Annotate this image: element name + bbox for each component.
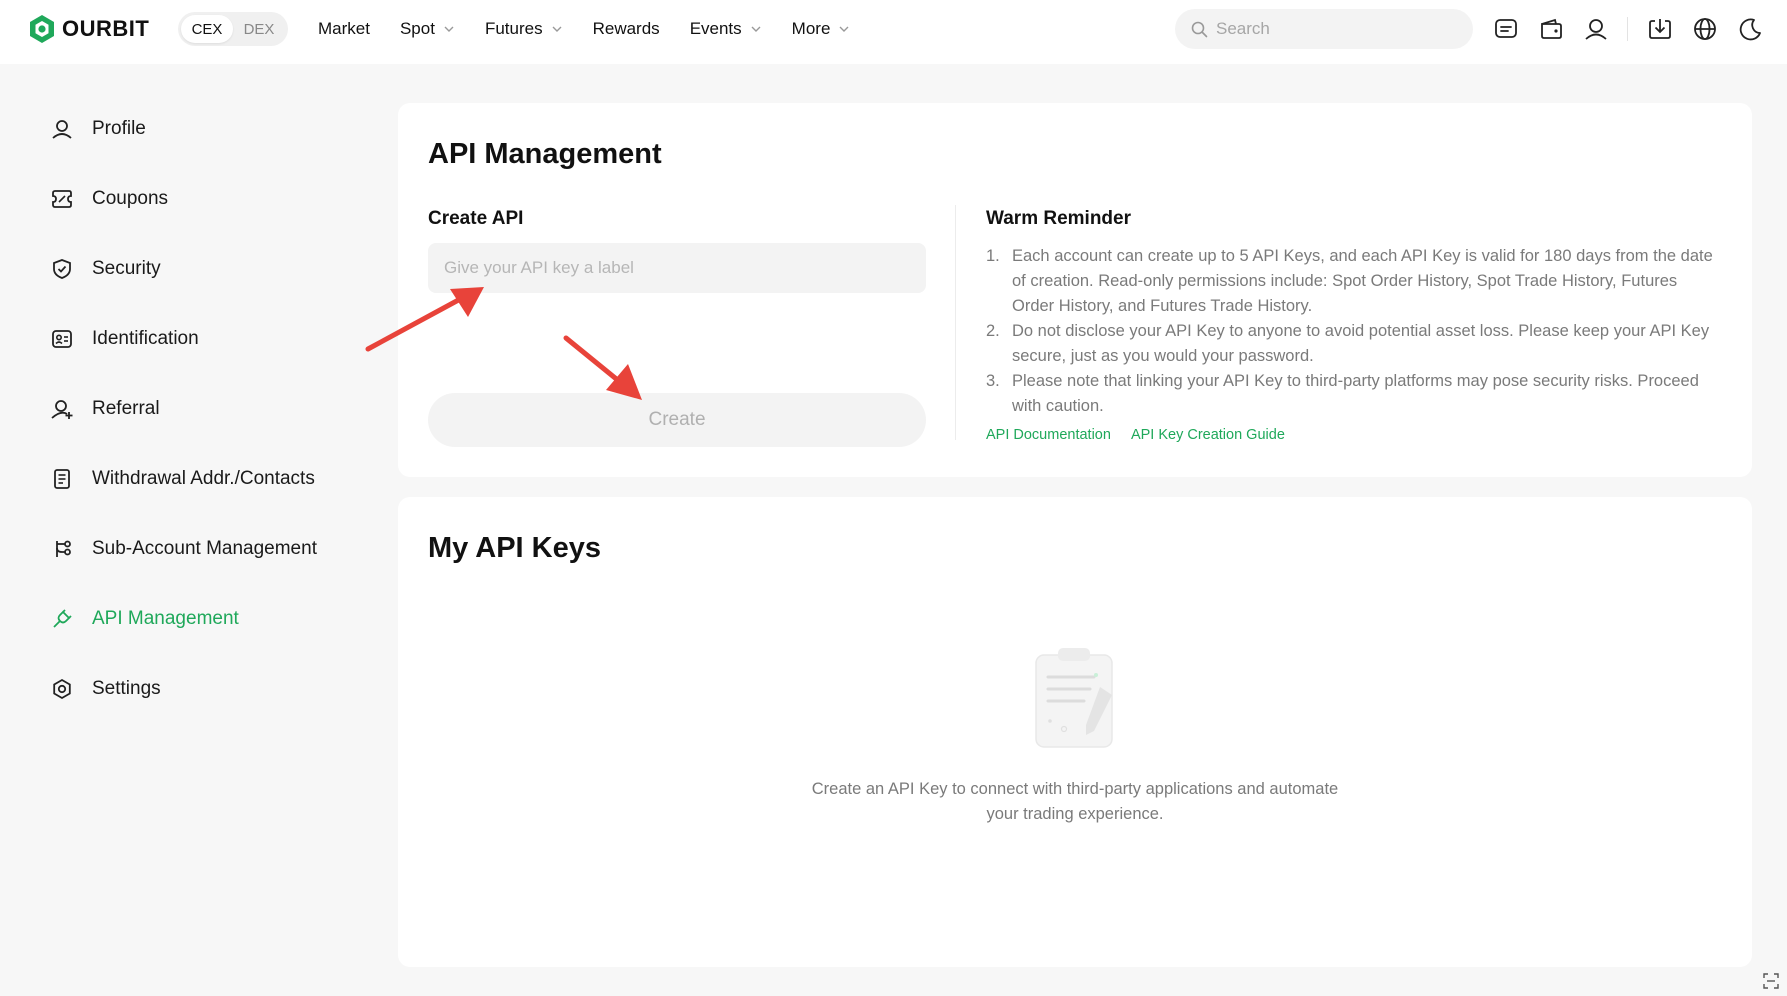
message-icon[interactable] [1493,16,1519,42]
toggle-dex[interactable]: DEX [233,15,285,43]
vertical-divider [955,205,956,440]
id-card-icon [52,330,72,348]
sidebar-item-label: Security [92,258,161,279]
reminder-text: Each account can create up to 5 API Keys… [1012,247,1713,315]
shield-icon [53,259,71,279]
main-nav: Market Spot Futures Rewards Events More [318,0,880,58]
nav-rewards-label: Rewards [592,19,660,38]
nav-market-label: Market [318,19,370,38]
sidebar: Profile Coupons Security Identification … [0,64,396,996]
chevron-down-icon [552,26,562,32]
create-button[interactable]: Create [428,393,926,447]
logo-text: OURBIT [62,16,150,41]
nav-spot-label: Spot [399,19,435,38]
user-icon[interactable] [1583,16,1609,42]
api-plug-icon [53,609,72,628]
empty-clipboard-icon [1035,648,1113,748]
chevron-down-icon [751,26,761,32]
sidebar-item-sub-account[interactable]: Sub-Account Management [50,529,317,569]
nav-market[interactable]: Market [318,19,370,39]
document-icon [54,469,70,489]
sidebar-item-label: Coupons [92,188,169,209]
doc-links: API Documentation API Key Creation Guide [986,427,1285,443]
nav-more-label: More [791,19,831,38]
nav-futures[interactable]: Futures [485,19,563,39]
nav-rewards[interactable]: Rewards [593,19,660,39]
api-key-label-input[interactable] [428,243,926,293]
sidebar-item-coupons[interactable]: Coupons [50,179,168,219]
annotation-arrow-icon [365,287,484,352]
chevron-down-icon [839,26,849,32]
top-header: OURBIT CEX DEX Market Spot Futures Rewar… [0,0,1787,64]
globe-icon[interactable] [1692,16,1718,42]
sidebar-item-label: Settings [92,678,161,699]
empty-state-text: Create an API Key to connect with third-… [811,780,1339,823]
nav-spot[interactable]: Spot [400,19,455,39]
reminder-text: Do not disclose your API Key to anyone t… [1012,322,1710,365]
search-icon [1191,21,1208,37]
sidebar-item-label: API Management [92,608,239,629]
sidebar-item-profile[interactable]: Profile [50,109,146,149]
sidebar-item-label: Withdrawal Addr./Contacts [92,468,315,489]
nav-events-label: Events [689,19,742,38]
chevron-down-icon [444,26,454,32]
logo-mark-icon [30,15,54,43]
download-icon[interactable] [1647,16,1673,42]
api-key-creation-guide-link[interactable]: API Key Creation Guide [1131,427,1285,443]
cex-dex-toggle[interactable]: CEX DEX [178,12,288,46]
warm-reminder-title: Warm Reminder [986,208,1131,229]
toggle-cex[interactable]: CEX [181,15,233,43]
sidebar-item-label: Identification [92,328,199,349]
search-input[interactable] [1216,19,1446,39]
my-api-keys-title: My API Keys [428,532,601,564]
coupon-icon [52,190,72,208]
sidebar-item-security[interactable]: Security [50,249,161,289]
nav-more[interactable]: More [792,19,851,39]
moon-icon[interactable] [1737,16,1763,42]
nav-futures-label: Futures [484,19,543,38]
wallet-icon[interactable] [1538,16,1564,42]
branch-icon [56,540,71,557]
page-title: API Management [428,138,662,170]
settings-icon [53,678,71,700]
annotation-arrow-icon [563,335,642,400]
reminder-item: 2. Do not disclose your API Key to anyone… [986,319,1716,369]
reminder-item: 3. Please note that linking your API Key … [986,369,1716,419]
reminder-item: 1. Each account can create up to 5 API Ke… [986,244,1716,319]
header-divider [1627,17,1628,41]
sidebar-item-referral[interactable]: Referral [50,389,160,429]
sidebar-item-label: Sub-Account Management [92,538,317,559]
create-api-label: Create API [428,208,524,229]
sidebar-item-identification[interactable]: Identification [50,319,199,359]
sidebar-item-label: Profile [92,118,146,139]
sidebar-item-withdrawal-contacts[interactable]: Withdrawal Addr./Contacts [50,459,315,499]
scan-icon[interactable] [1762,972,1780,990]
reminder-list: 1. Each account can create up to 5 API Ke… [986,244,1716,419]
user-icon [52,120,72,139]
api-documentation-link[interactable]: API Documentation [986,427,1111,443]
user-plus-icon [51,400,73,419]
logo[interactable]: OURBIT [28,14,149,44]
search-box[interactable] [1175,9,1473,49]
sidebar-item-api-management[interactable]: API Management [50,599,239,639]
sidebar-item-label: Referral [92,398,160,419]
reminder-text: Please note that linking your API Key to… [1012,372,1699,415]
sidebar-item-settings[interactable]: Settings [50,669,161,709]
nav-events[interactable]: Events [690,19,762,39]
